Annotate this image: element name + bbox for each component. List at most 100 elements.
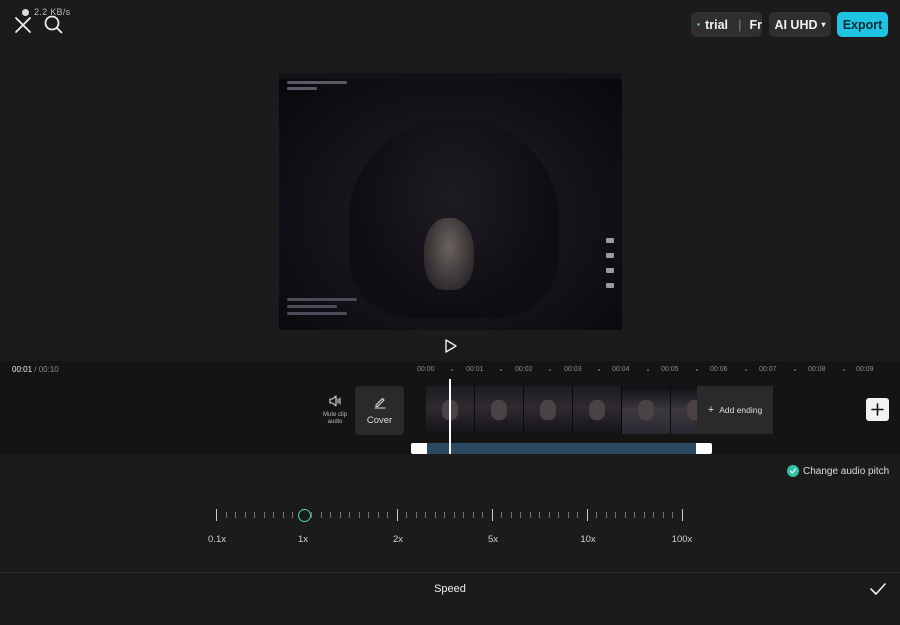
- speed-scale-tick: [501, 512, 502, 518]
- speed-scale-tick: [558, 512, 559, 518]
- speed-scale-label: 10x: [580, 534, 596, 545]
- add-ending-button[interactable]: + Add ending: [697, 386, 773, 434]
- speed-scale-tick: [548, 512, 550, 518]
- ruler-label: 00:07: [759, 366, 777, 373]
- clip-thumbnail: [475, 386, 524, 434]
- speed-scale-tick: [453, 512, 455, 518]
- search-button[interactable]: [42, 13, 64, 35]
- speed-scale-tick: [444, 512, 445, 518]
- speed-scale-label: 100x: [671, 534, 693, 545]
- caret-down-icon: ▾: [821, 20, 826, 29]
- speed-scale-major-tick: [216, 509, 217, 521]
- speed-scale-label: 2x: [392, 534, 404, 545]
- speed-scale-tick: [263, 512, 265, 518]
- ruler-label: 00:08: [808, 366, 826, 373]
- speed-scale-tick: [282, 512, 284, 518]
- play-icon: [445, 339, 457, 353]
- clip-thumbnail: [671, 386, 697, 434]
- speed-scale-tick: [672, 512, 673, 518]
- speed-scale-tick: [349, 512, 350, 518]
- speed-scale-tick: [615, 512, 616, 518]
- speed-slider-knob[interactable]: [298, 509, 311, 522]
- ruler-dot: [500, 369, 502, 371]
- ai-uhd-label: AI UHD: [774, 17, 818, 32]
- ruler-dot: [745, 369, 747, 371]
- ruler-label: 00:00: [417, 366, 435, 373]
- cover-label: Cover: [366, 415, 393, 426]
- speed-scale-tick: [339, 512, 341, 518]
- preview-header-lines: [287, 81, 357, 93]
- speed-scale-label: 5x: [487, 534, 499, 545]
- ai-uhd-dropdown[interactable]: AI UHD ▾: [769, 12, 831, 37]
- clip-thumbnail: [524, 386, 573, 434]
- speed-scale-tick: [624, 512, 626, 518]
- ruler-dot: [794, 369, 796, 371]
- mute-clip-audio-label: Mute clip audio: [322, 412, 347, 425]
- mute-clip-audio-button[interactable]: Mute clip audio: [318, 394, 352, 426]
- speed-scale-tick: [415, 512, 417, 518]
- speed-scale-tick: [539, 512, 540, 518]
- speed-scale-tick: [472, 512, 474, 518]
- speed-scale-tick: [358, 512, 360, 518]
- time-separator: /: [34, 365, 37, 374]
- ruler-dot: [549, 369, 551, 371]
- speed-scale-major-tick: [587, 509, 588, 521]
- speed-scale-tick: [596, 512, 597, 518]
- ruler-label: 00:04: [612, 366, 630, 373]
- search-icon: [44, 15, 63, 34]
- change-audio-pitch-toggle[interactable]: Change audio pitch: [787, 465, 889, 477]
- play-button[interactable]: [441, 337, 459, 355]
- preview-subject-face: [424, 218, 474, 290]
- panel-title: Speed: [434, 583, 466, 595]
- clip-thumbnail: [622, 386, 671, 434]
- clip-thumbnail: [573, 386, 622, 434]
- close-button[interactable]: [12, 14, 34, 36]
- add-clip-button[interactable]: [866, 398, 889, 421]
- speed-scale-tick: [643, 512, 645, 518]
- ruler-dot: [843, 369, 845, 371]
- trial-badge[interactable]: trial | Fr: [691, 12, 762, 37]
- video-preview[interactable]: [279, 73, 622, 330]
- speed-scale-tick: [406, 512, 407, 518]
- plus-icon: +: [707, 404, 715, 416]
- change-audio-pitch-label: Change audio pitch: [803, 465, 890, 477]
- export-button[interactable]: Export: [837, 12, 888, 37]
- speed-scale-tick: [577, 512, 578, 518]
- speed-scale-tick: [225, 512, 227, 518]
- trial-extra-label: Fr: [749, 17, 763, 32]
- speed-scale-tick: [330, 512, 331, 518]
- video-clip-track[interactable]: [426, 386, 697, 434]
- close-icon: [15, 17, 31, 33]
- ruler-label: 00:09: [856, 366, 874, 373]
- speed-scale-tick: [244, 512, 246, 518]
- speed-scale-tick: [529, 512, 531, 518]
- ruler-dot: [451, 369, 453, 371]
- speed-scale-tick: [463, 512, 464, 518]
- ruler-dot: [647, 369, 649, 371]
- speed-scale-label: 1x: [297, 534, 309, 545]
- current-time: 00:01: [12, 365, 33, 374]
- speed-scale-tick: [520, 512, 521, 518]
- ruler-label: 00:02: [515, 366, 533, 373]
- ruler-label: 00:03: [564, 366, 582, 373]
- playhead[interactable]: [449, 379, 451, 454]
- edit-pencil-icon: [373, 397, 386, 409]
- speed-scale-tick: [377, 512, 379, 518]
- speed-scale-tick: [482, 512, 483, 518]
- diamond-icon: [697, 23, 700, 26]
- speed-scale-tick: [273, 512, 274, 518]
- confirm-button[interactable]: [869, 581, 887, 597]
- speed-scale-tick: [634, 512, 635, 518]
- speed-scale-tick: [434, 512, 436, 518]
- add-ending-label: Add ending: [719, 405, 763, 415]
- speed-scale-major-tick: [397, 509, 398, 521]
- ruler-label: 00:05: [661, 366, 679, 373]
- cover-button[interactable]: Cover: [355, 386, 404, 435]
- speed-scale-tick: [320, 512, 322, 518]
- speed-scale-tick: [425, 512, 426, 518]
- preview-status-strip: [279, 73, 622, 79]
- clip-selection-fill: [427, 443, 696, 454]
- speed-slider[interactable]: [216, 509, 684, 523]
- speed-scale-tick: [235, 512, 236, 518]
- ruler-label: 00:06: [710, 366, 728, 373]
